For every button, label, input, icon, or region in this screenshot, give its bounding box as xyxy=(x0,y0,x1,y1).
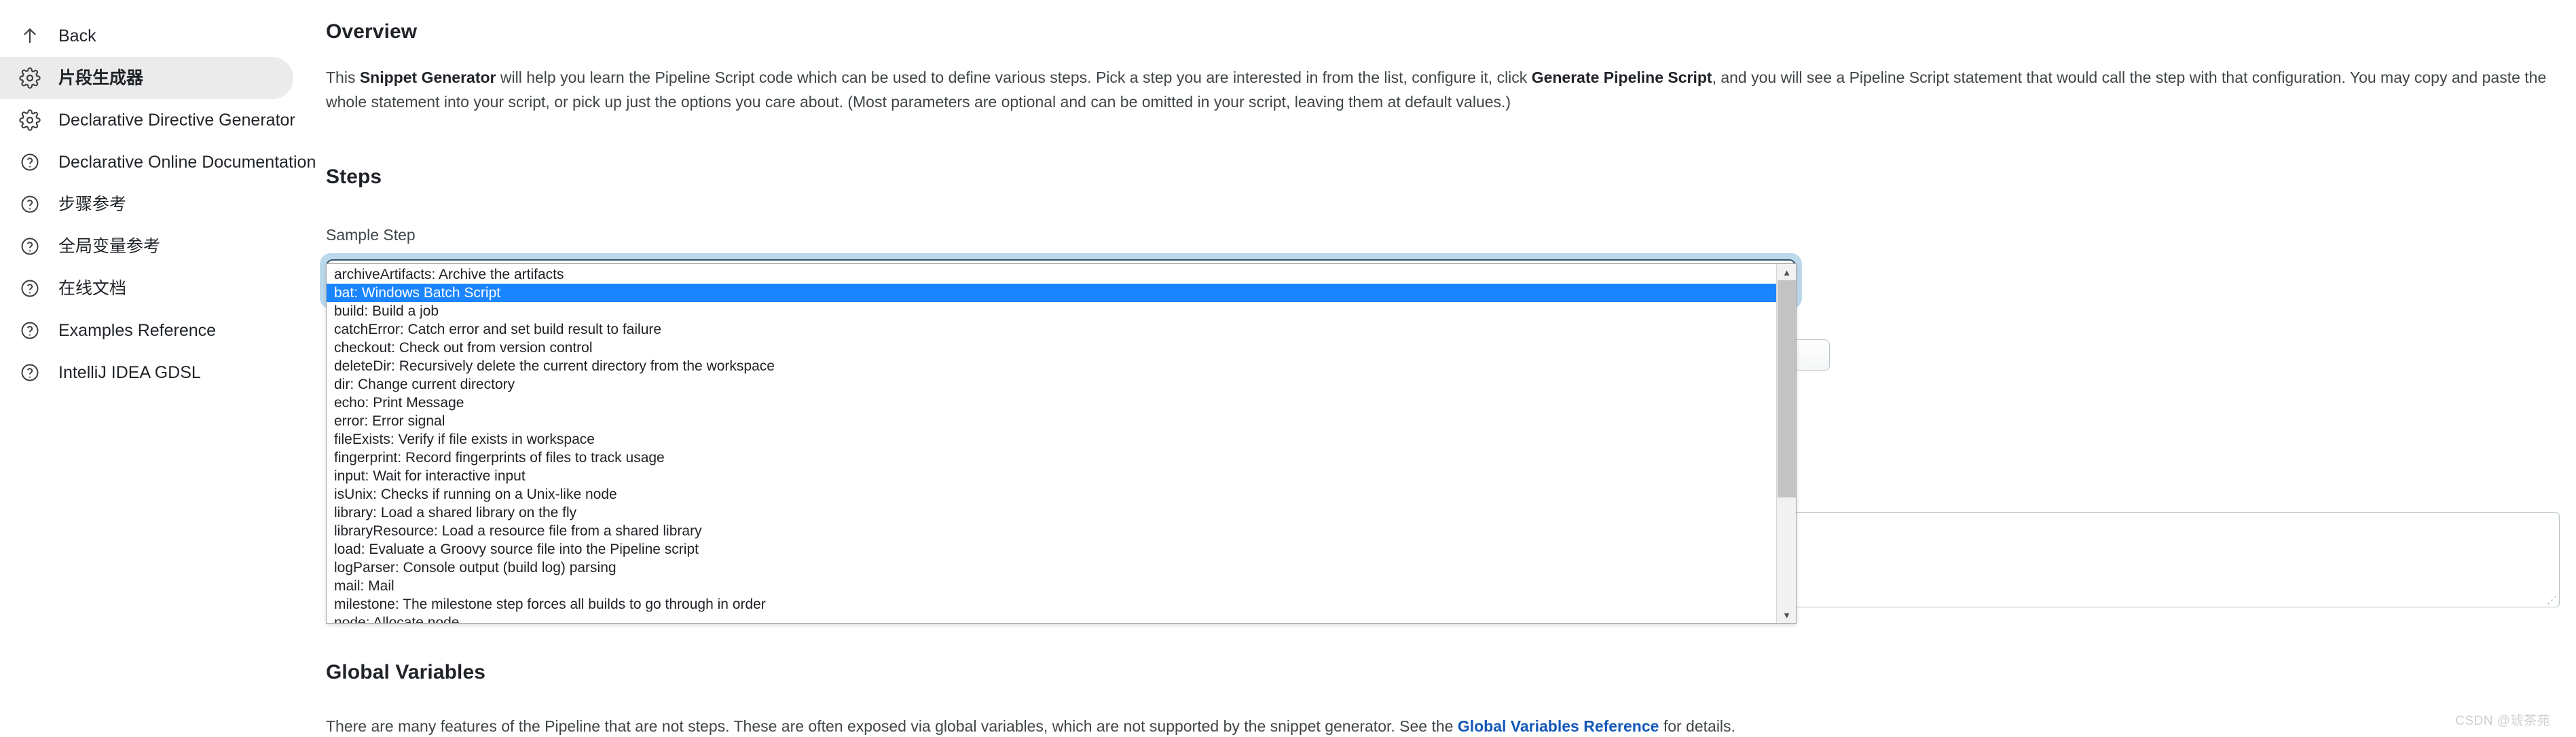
sidebar-item-label: 在线文档 xyxy=(58,278,127,298)
help-circle-icon xyxy=(16,359,43,386)
list-item[interactable]: library: Load a shared library on the fl… xyxy=(327,504,1776,522)
sidebar-item-declarative-directive-generator[interactable]: Declarative Directive Generator xyxy=(0,99,295,141)
list-item[interactable]: deleteDir: Recursively delete the curren… xyxy=(327,357,1776,375)
sidebar-item-label: Declarative Directive Generator xyxy=(58,110,295,130)
sample-step-label: Sample Step xyxy=(326,226,416,244)
global-variables-section: Global Variables There are many features… xyxy=(326,660,2566,736)
scrollbar-thumb[interactable] xyxy=(1778,280,1796,497)
list-item[interactable]: build: Build a job xyxy=(327,302,1776,320)
list-item[interactable]: isUnix: Checks if running on a Unix-like… xyxy=(327,485,1776,504)
overview-bold-snippet-generator: Snippet Generator xyxy=(359,69,496,86)
global-variables-paragraph: There are many features of the Pipeline … xyxy=(326,685,2566,736)
steps-heading: Steps xyxy=(326,166,382,188)
snippet-generator-page: Back 片段生成器 Declarative Directive Generat… xyxy=(0,0,2576,737)
sidebar-item-examples-reference[interactable]: Examples Reference xyxy=(0,309,293,352)
list-item[interactable]: error: Error signal xyxy=(327,412,1776,430)
help-circle-icon xyxy=(16,275,43,302)
sidebar-item-label: 步骤参考 xyxy=(58,194,127,214)
list-item[interactable]: dir: Change current directory xyxy=(327,375,1776,394)
sidebar: Back 片段生成器 Declarative Directive Generat… xyxy=(0,0,316,737)
help-circle-icon xyxy=(16,317,43,344)
sidebar-item-label: 片段生成器 xyxy=(58,68,144,88)
sidebar-item-snippet-generator[interactable]: 片段生成器 xyxy=(0,57,293,99)
sidebar-item-label: Declarative Online Documentation xyxy=(58,152,316,172)
overview-paragraph: This Snippet Generator will help you lea… xyxy=(326,45,2566,114)
list-item[interactable]: logParser: Console output (build log) pa… xyxy=(327,559,1776,577)
global-variables-heading: Global Variables xyxy=(326,661,486,683)
global-variables-text-after: for details. xyxy=(1659,717,1735,735)
gear-icon xyxy=(16,64,43,92)
list-item[interactable]: bat: Windows Batch Script xyxy=(327,284,1776,302)
sample-step-dropdown[interactable]: archiveArtifacts: Archive the artifacts … xyxy=(326,263,1797,624)
overview-text-1: This xyxy=(326,69,360,86)
help-circle-icon xyxy=(16,191,43,218)
list-item[interactable]: node: Allocate node xyxy=(327,613,1776,623)
list-item[interactable]: catchError: Catch error and set build re… xyxy=(327,320,1776,339)
list-item[interactable]: libraryResource: Load a resource file fr… xyxy=(327,522,1776,540)
global-variables-text-before: There are many features of the Pipeline … xyxy=(326,717,1458,735)
global-variables-reference-link[interactable]: Global Variables Reference xyxy=(1458,717,1659,735)
dropdown-scrollbar[interactable]: ▲ ▼ xyxy=(1776,264,1796,623)
triangle-up-icon[interactable]: ▲ xyxy=(1777,265,1797,279)
sidebar-item-label: Examples Reference xyxy=(58,320,217,340)
overview-heading: Overview xyxy=(326,20,418,43)
overview-text-2: will help you learn the Pipeline Script … xyxy=(496,69,1532,86)
list-item[interactable]: milestone: The milestone step forces all… xyxy=(327,595,1776,613)
list-item[interactable]: checkout: Check out from version control xyxy=(327,339,1776,357)
list-item[interactable]: load: Evaluate a Groovy source file into… xyxy=(327,540,1776,559)
sidebar-item-label: Back xyxy=(58,26,96,45)
list-item[interactable]: input: Wait for interactive input xyxy=(327,467,1776,485)
list-item[interactable]: echo: Print Message xyxy=(327,394,1776,412)
triangle-down-icon[interactable]: ▼ xyxy=(1777,608,1797,622)
sidebar-item-intellij-idea-gdsl[interactable]: IntelliJ IDEA GDSL xyxy=(0,352,293,394)
sidebar-item-global-variable-reference[interactable]: 全局变量参考 xyxy=(0,225,293,267)
overview-bold-generate-pipeline-script: Generate Pipeline Script xyxy=(1531,69,1712,86)
generated-script-textarea[interactable]: ⋰ xyxy=(1769,512,2560,607)
sidebar-item-declarative-online-documentation[interactable]: Declarative Online Documentation xyxy=(0,141,316,183)
sidebar-item-label: 全局变量参考 xyxy=(58,236,161,256)
gear-icon xyxy=(16,107,43,134)
watermark: CSDN @琥茶苑 xyxy=(2455,714,2550,728)
list-item[interactable]: mail: Mail xyxy=(327,577,1776,595)
sidebar-item-label: IntelliJ IDEA GDSL xyxy=(58,362,201,382)
help-circle-icon xyxy=(16,233,43,260)
arrow-up-icon xyxy=(16,22,43,50)
sidebar-item-online-documentation[interactable]: 在线文档 xyxy=(0,267,293,309)
sidebar-item-steps-reference[interactable]: 步骤参考 xyxy=(0,183,293,225)
help-circle-icon xyxy=(16,149,43,176)
list-item[interactable]: fingerprint: Record fingerprints of file… xyxy=(327,449,1776,467)
sample-step-option-list[interactable]: archiveArtifacts: Archive the artifacts … xyxy=(327,264,1776,623)
resize-handle-icon[interactable]: ⋰ xyxy=(2547,595,2557,605)
sidebar-item-back[interactable]: Back xyxy=(0,15,293,57)
list-item[interactable]: fileExists: Verify if file exists in wor… xyxy=(327,430,1776,449)
list-item[interactable]: archiveArtifacts: Archive the artifacts xyxy=(327,265,1776,284)
